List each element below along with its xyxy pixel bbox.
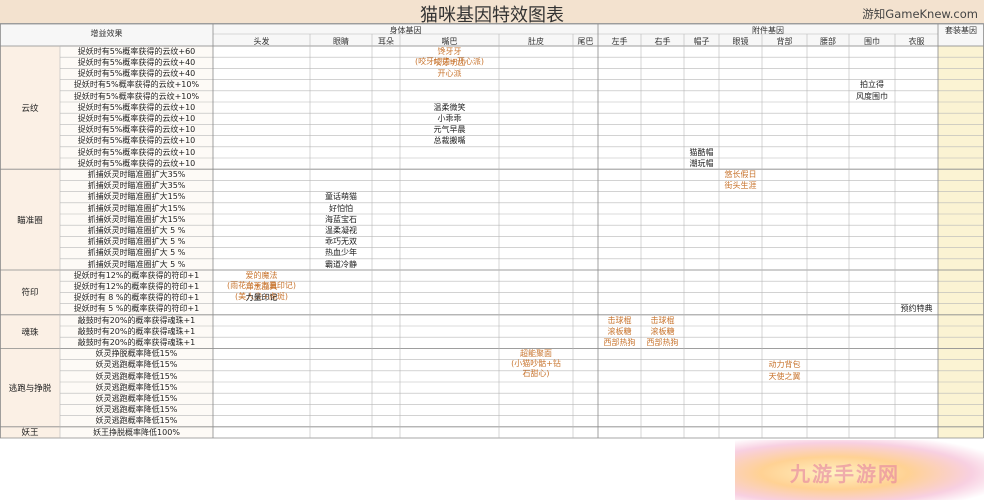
column-header: 腰部 [820,37,836,46]
effect-text: 妖灵逃跑概率降低15% [95,394,178,403]
header-effect: 增益效果 [90,29,123,38]
watermark-logo: 九游手游网 [790,462,900,486]
header-body-gene: 身体基因 [389,26,422,35]
gene-cell: 咬牙切齿 [433,58,466,67]
gene-cell: 热血少年 [325,248,357,258]
effect-text: 抓捕妖灵时瞄准圈扩大 5 % [87,259,186,269]
gene-cell: 霸道冷静 [325,259,357,269]
gene-cell: 滚板糖 [607,326,632,336]
gene-cell: 童话萌猫 [325,192,357,202]
category-label: 魂珠 [21,327,39,338]
gene-cell: 西部热狗 [646,338,679,347]
effect-text: 捉妖时有5%概率获得的云纹+10% [73,80,200,90]
gene-cell: 开心派 [437,69,462,79]
column-header: 右手 [654,37,671,46]
column-header: 肚皮 [528,37,544,46]
effect-text: 捉妖时有12%的概率获得的符印+1 [73,270,200,280]
effect-text: 捉妖时有5%概率获得的云纹+60 [77,46,196,56]
gene-cell: 击球棍 [607,315,632,325]
effect-text: 敲鼓时有20%的概率获得魂珠+1 [77,315,196,325]
effect-text: 抓捕妖灵时瞄准圈扩大 5 % [87,248,186,258]
effect-text: 抓捕妖灵时瞄准圈扩大15% [87,203,186,213]
gene-cell: 爱的魔法 [245,270,278,280]
gene-cell: 石甜心) [522,369,550,379]
column-header: 头发 [253,37,270,46]
effect-text: 捉妖时有12%的概率获得的符印+1 [73,282,200,291]
effect-text: 捉妖时有5%概率获得的云纹+10 [77,125,196,135]
effect-text: 敲鼓时有20%的概率获得魂珠+1 [77,338,196,347]
gene-cell: 动力背包 [768,360,801,370]
effect-text: 抓捕妖灵时瞄准圈扩大15% [87,192,186,202]
gene-cell: 潮玩帽 [689,158,714,168]
column-header: 眼睛 [333,37,349,46]
category-label: 瞄准圈 [17,215,43,226]
effect-text: 捉妖时有5%概率获得的云纹+40 [77,69,196,79]
effect-text: 妖灵挣脱概率降低15% [95,349,178,359]
gene-cell: 风度围巾 [856,91,888,101]
effect-text: 捉妖时有5%概率获得的云纹+40 [77,58,196,67]
gene-cell: 元气早晨 [433,125,466,135]
effect-text: 捉妖时有 5 %的概率获得的符印+1 [73,304,200,314]
gene-cell: 悠长假日 [724,170,757,179]
gene-cell: 猫酷帽 [689,147,714,157]
gene-cell: 滚板糖 [650,326,675,336]
gene-cell: 力量印记 [245,293,278,303]
column-header: 帽子 [693,37,710,46]
gene-cell: 超能聚面 [520,349,552,359]
gene-cell: 击球棍 [650,315,675,325]
gene-cell: 海蓝宝石 [325,214,357,224]
column-header: 耳朵 [378,37,394,46]
gene-cell: 预约特典 [900,304,933,314]
column-header: 嘴巴 [441,37,458,46]
gene-cell: 西部热狗 [603,338,636,347]
gene-cell: 小乖乖 [437,114,462,123]
effect-text: 捉妖时有5%概率获得的云纹+10 [77,136,196,146]
gene-cell: 乖巧无双 [325,237,357,247]
effect-text: 妖灵逃跑概率降低15% [95,371,178,381]
effect-text: 抓捕妖灵时瞄准圈扩大 5 % [87,237,186,247]
column-header: 尾巴 [577,37,594,46]
effect-text: 妖灵逃跑概率降低15% [95,405,178,415]
effect-text: 抓捕妖灵时瞄准圈扩大35% [87,170,186,179]
effect-text: 抓捕妖灵时瞄准圈扩大15% [87,214,186,224]
effect-text: 妖灵逃跑概率降低15% [95,416,178,426]
header-set-gene: 套装基因 [945,26,977,35]
effect-text: 妖灵逃跑概率降低15% [95,360,178,370]
gene-cell: 好怕怕 [329,203,353,213]
gene-cell: 洋葱面具 [245,282,278,291]
gene-cell: 馋牙牙 [437,46,462,56]
category-label: 妖王 [21,428,39,439]
gene-cell: (小猫吵骷+钻 [511,359,561,369]
effect-text: 妖王挣脱概率降低100% [93,427,180,437]
gene-cell: 温柔微笑 [433,102,466,112]
gene-cell: 总裁搬嘴 [433,136,466,146]
effect-text: 抓捕妖灵时瞄准圈扩大35% [87,181,186,191]
column-header: 眼镜 [732,37,749,46]
effect-text: 捉妖时有5%概率获得的云纹+10 [77,147,196,157]
column-header: 围巾 [864,37,880,46]
category-label: 云纹 [21,103,39,114]
effect-text: 捉妖时有 8 %的概率获得的符印+1 [73,293,200,303]
column-header: 衣服 [908,37,925,46]
gene-cell: 拍立得 [860,80,884,90]
effect-text: 捉妖时有5%概率获得的云纹+10 [77,114,196,123]
effect-text: 敲鼓时有20%的概率获得魂珠+1 [77,326,196,336]
effect-text: 捉妖时有5%概率获得的云纹+10% [73,91,200,101]
effect-text: 抓捕妖灵时瞄准圈扩大 5 % [87,226,186,235]
gene-cell: 街头生涯 [724,181,757,191]
gene-cell: 天使之翼 [768,371,801,381]
column-header: 背部 [776,37,793,46]
column-header: 左手 [611,37,628,46]
category-label: 逃跑与挣脱 [8,383,52,394]
effect-text: 捉妖时有5%概率获得的云纹+10 [77,102,196,112]
header-accessory-gene: 附件基因 [752,26,784,35]
set-gene-column-bg [938,24,984,438]
category-label: 符印 [21,288,39,299]
gene-cell: 温柔凝视 [325,226,357,235]
effect-text: 捉妖时有5%概率获得的云纹+10 [77,158,196,168]
effect-text: 妖灵逃跑概率降低15% [95,382,178,392]
